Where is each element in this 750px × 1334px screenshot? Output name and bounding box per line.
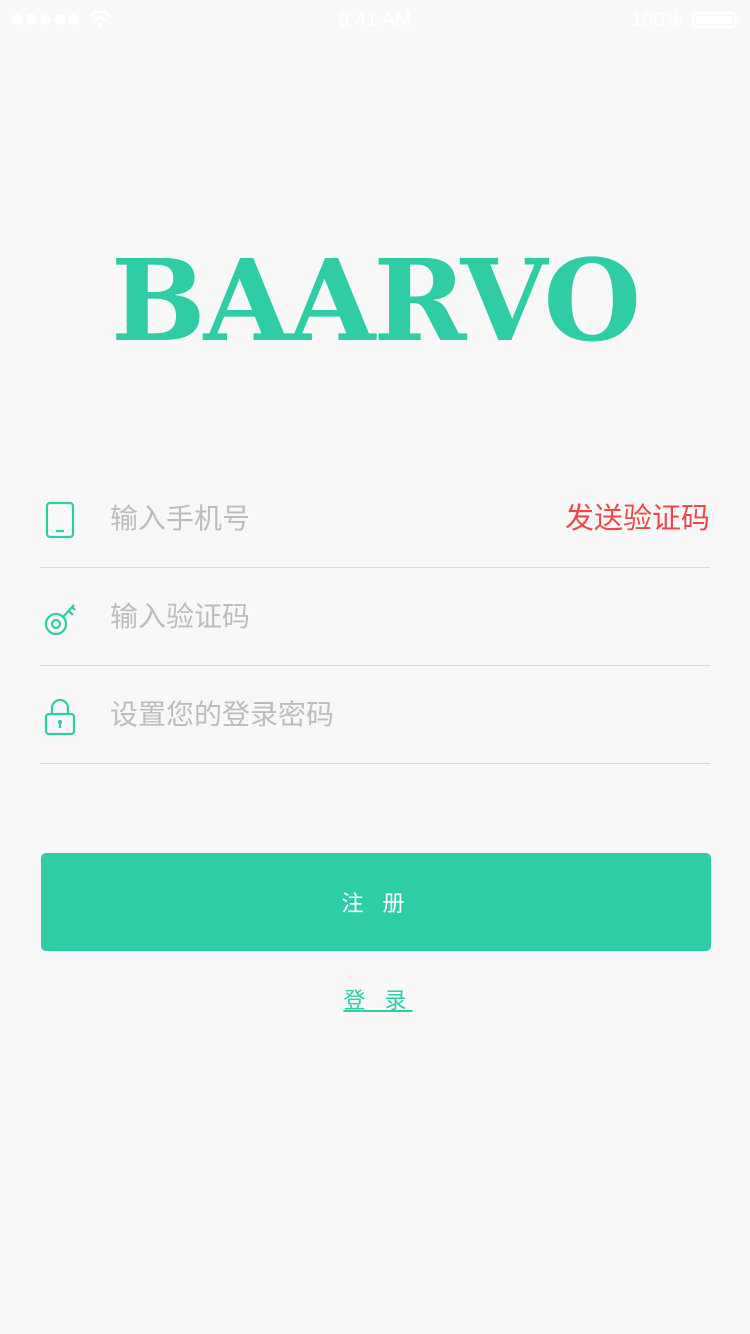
login-link[interactable]: 登 录 [338, 989, 413, 1014]
phone-field-row: 发送验证码 [40, 470, 710, 568]
battery-percentage: 100% [630, 9, 682, 31]
password-field-row [40, 666, 710, 764]
code-field-row [40, 568, 710, 666]
code-input[interactable] [110, 568, 550, 665]
lock-icon [44, 698, 76, 736]
phone-icon [45, 501, 75, 539]
status-bar: 9:41 AM 100% [0, 0, 750, 40]
send-code-button[interactable]: 发送验证码 [565, 470, 710, 567]
brand-logo: BAARVO [110, 236, 641, 367]
key-icon [44, 604, 76, 636]
register-button[interactable]: 注 册 [41, 853, 711, 951]
login-link-row: 登 录 [0, 983, 750, 1015]
battery-icon [692, 12, 739, 28]
password-input[interactable] [110, 666, 550, 763]
phone-input[interactable] [110, 470, 550, 567]
